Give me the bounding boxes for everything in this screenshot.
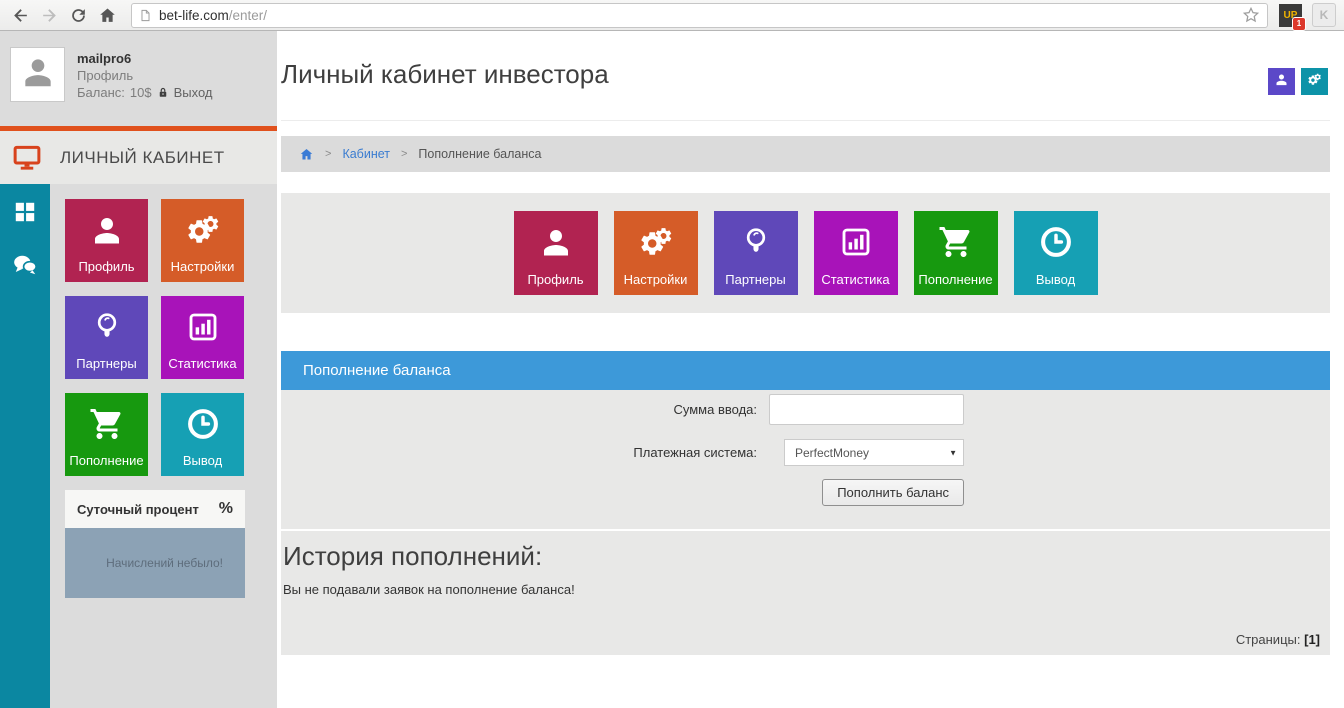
user-icon [65, 212, 148, 248]
tile-label: Профиль [78, 259, 135, 274]
history-empty-message: Вы не подавали заявок на пополнение бала… [283, 582, 575, 597]
main-content: Личный кабинет инвестора > Кабинет > Поп… [277, 31, 1344, 708]
gears-icon [614, 224, 698, 260]
chat-icon[interactable] [12, 252, 38, 278]
breadcrumb: > Кабинет > Пополнение баланса [281, 136, 1330, 172]
tile-label: Статистика [821, 272, 890, 287]
deposit-panel: Пополнение баланса Сумма ввода: Платежна… [281, 351, 1330, 529]
tile-withdraw[interactable]: Вывод [161, 393, 244, 476]
back-icon[interactable] [8, 3, 33, 28]
breadcrumb-current: Пополнение баланса [418, 147, 542, 161]
lock-icon [157, 86, 169, 99]
address-bar[interactable]: bet-life.com/enter/ [131, 2, 1268, 28]
deposit-history-section: История пополнений: Вы не подавали заяво… [281, 531, 1330, 655]
tile-profile[interactable]: Профиль [513, 211, 598, 295]
tile-label: Вывод [182, 453, 223, 468]
user-profile-block: mailpro6 Профиль Баланс: 10$ Выход [0, 31, 277, 126]
lightbulb-icon [65, 309, 148, 345]
tile-deposit[interactable]: Пополнение [65, 393, 148, 476]
tile-label: Партнеры [725, 272, 786, 287]
user-icon [514, 224, 598, 260]
cart-icon [65, 406, 148, 442]
tile-label: Профиль [527, 272, 584, 287]
sidebar: mailpro6 Профиль Баланс: 10$ Выход ЛИЧНЫ… [0, 31, 277, 708]
settings-quick-button[interactable] [1301, 68, 1328, 95]
percent-symbol: % [218, 500, 233, 517]
gears-icon [161, 212, 244, 248]
daily-percent-title: Суточный процент [77, 501, 199, 517]
page-icon [139, 8, 152, 23]
tile-label: Партнеры [76, 356, 137, 371]
deposit-panel-header: Пополнение баланса [281, 351, 1330, 390]
sidebar-title: ЛИЧНЫЙ КАБИНЕТ [60, 147, 225, 167]
daily-percent-empty-message: Начислений небыло! [106, 556, 223, 570]
icon-strip [0, 184, 50, 708]
profile-link[interactable]: Профиль [77, 67, 212, 84]
sidebar-tile-menu: Профиль Настройки Партнеры Статистика Пополн… [65, 199, 277, 476]
payment-system-select[interactable]: PerfectMoney [784, 439, 964, 466]
tile-profile[interactable]: Профиль [65, 199, 148, 282]
page-title: Личный кабинет инвестора [281, 59, 609, 89]
profile-quick-button[interactable] [1268, 68, 1295, 95]
tile-label: Настройки [623, 272, 688, 287]
tile-settings[interactable]: Настройки [161, 199, 244, 282]
logout-link[interactable]: Выход [174, 84, 213, 101]
tile-partners[interactable]: Партнеры [713, 211, 798, 295]
pages-label: Страницы: [1235, 632, 1301, 647]
balance-label: Баланс: [77, 85, 125, 100]
breadcrumb-separator: > [325, 148, 332, 160]
reload-icon[interactable] [66, 3, 91, 28]
tile-label: Пополнение [918, 272, 993, 287]
cart-icon [914, 224, 998, 260]
amount-label: Сумма ввода: [673, 402, 758, 417]
daily-percent-widget: Суточный процент % Начислений небыло! [65, 490, 245, 598]
lightbulb-icon [714, 224, 798, 260]
deposit-submit-button[interactable]: Пополнить баланс [822, 479, 964, 506]
grid-menu-icon[interactable] [12, 199, 38, 225]
extension-up-button[interactable]: UP 1 [1279, 3, 1306, 31]
tile-label: Статистика [168, 356, 237, 371]
breadcrumb-cabinet-link[interactable]: Кабинет [342, 147, 390, 161]
tile-label: Настройки [170, 259, 235, 274]
tile-partners[interactable]: Партнеры [65, 296, 148, 379]
page-1-link[interactable]: [1] [1304, 632, 1320, 647]
clock-icon [161, 406, 244, 442]
clock-icon [1014, 224, 1098, 260]
main-tile-menu: Профиль Настройки Партнеры Статистика Пополн… [281, 193, 1330, 313]
extension-k-button[interactable]: K [1312, 3, 1336, 27]
tile-label: Вывод [1035, 272, 1076, 287]
payment-system-label: Платежная система: [633, 445, 757, 460]
bar-chart-icon [814, 224, 898, 260]
breadcrumb-separator: > [400, 148, 408, 160]
avatar[interactable] [10, 47, 65, 102]
browser-toolbar: bet-life.com/enter/ UP 1 K [0, 0, 1344, 31]
tile-statistics[interactable]: Статистика [813, 211, 898, 295]
tile-withdraw[interactable]: Вывод [1013, 211, 1098, 295]
url-text[interactable]: bet-life.com/enter/ [159, 8, 267, 23]
home-icon[interactable] [95, 3, 120, 28]
forward-icon[interactable] [37, 3, 62, 28]
tile-deposit[interactable]: Пополнение [913, 211, 998, 295]
tile-label: Пополнение [69, 453, 144, 468]
amount-input[interactable] [769, 394, 964, 425]
sidebar-header: ЛИЧНЫЙ КАБИНЕТ [0, 131, 277, 184]
username: mailpro6 [77, 51, 132, 66]
tile-statistics[interactable]: Статистика [161, 296, 244, 379]
tile-settings[interactable]: Настройки [613, 211, 698, 295]
user-icon [1274, 72, 1289, 92]
monitor-icon [12, 143, 42, 173]
extension-badge: 1 [1292, 16, 1306, 31]
bar-chart-icon [161, 309, 244, 345]
bookmark-star-icon[interactable] [1242, 6, 1260, 24]
history-title: История пополнений: [283, 541, 543, 571]
gears-icon [1307, 72, 1322, 92]
breadcrumb-home-icon[interactable] [299, 147, 314, 162]
balance-value: 10$ [129, 85, 152, 100]
